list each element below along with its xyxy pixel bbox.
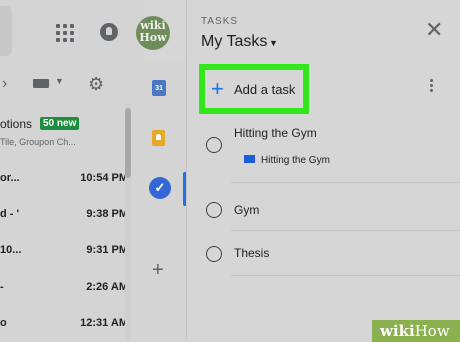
close-icon[interactable]: ✕ bbox=[425, 19, 443, 41]
panel-label: TASKS bbox=[201, 16, 239, 27]
promotions-preview: Tile, Groupon Ch... bbox=[0, 137, 76, 147]
mail-icon bbox=[244, 155, 255, 163]
mail-row[interactable]: o 12:31 AM bbox=[0, 317, 128, 333]
linked-email[interactable]: Hitting the Gym bbox=[261, 155, 330, 166]
divider bbox=[231, 230, 460, 231]
mail-row[interactable]: d - ' 9:38 PM bbox=[0, 208, 128, 224]
watermark-how: How bbox=[414, 322, 450, 340]
tasks-panel: TASKS My Tasks ▼ ✕ + Add a task Hitting … bbox=[186, 0, 460, 342]
tasks-icon[interactable]: ✓ bbox=[149, 177, 171, 199]
mail-time: 10:54 PM bbox=[80, 172, 128, 184]
side-panel-strip bbox=[143, 60, 185, 342]
mail-time: 9:38 PM bbox=[86, 208, 128, 220]
chevron-right-icon[interactable]: › bbox=[2, 75, 7, 93]
mail-sender: 10... bbox=[0, 244, 22, 256]
chevron-down-icon[interactable]: ▼ bbox=[269, 38, 278, 48]
avatar-text-bottom: How bbox=[139, 31, 167, 44]
settings-gear-icon[interactable]: ⚙ bbox=[88, 75, 104, 93]
keyboard-icon[interactable] bbox=[33, 79, 49, 88]
mail-time: 9:31 PM bbox=[86, 244, 128, 256]
mail-sender: d - ' bbox=[0, 208, 20, 220]
mail-sender: o bbox=[0, 317, 7, 329]
more-options-icon[interactable] bbox=[430, 79, 434, 94]
mail-list-pane: › ▼ ⚙ otions 50 new Tile, Groupon Ch... … bbox=[0, 0, 143, 342]
add-task-button[interactable]: + Add a task bbox=[199, 64, 309, 114]
mail-sender: - bbox=[0, 281, 4, 293]
apps-grid-icon[interactable] bbox=[56, 24, 74, 42]
mail-row[interactable]: or... 10:54 PM bbox=[0, 172, 128, 188]
notifications-icon[interactable] bbox=[100, 23, 118, 41]
watermark-wiki: wiki bbox=[380, 322, 415, 340]
mail-time: 12:31 AM bbox=[80, 317, 128, 329]
calendar-icon[interactable]: 31 bbox=[152, 80, 166, 96]
get-addons-plus-icon[interactable]: + bbox=[152, 260, 164, 280]
task-title[interactable]: Thesis bbox=[234, 246, 269, 260]
promotions-label[interactable]: otions bbox=[0, 117, 32, 131]
task-title[interactable]: Hitting the Gym bbox=[234, 126, 317, 140]
avatar[interactable]: wiki How bbox=[136, 16, 170, 50]
mail-time: 2:26 AM bbox=[86, 281, 128, 293]
wikihow-watermark: wikiHow bbox=[372, 320, 460, 342]
complete-checkbox[interactable] bbox=[206, 202, 222, 218]
search-bar[interactable] bbox=[0, 6, 12, 56]
task-title[interactable]: Gym bbox=[234, 203, 259, 217]
mail-sender: or... bbox=[0, 172, 20, 184]
scrollbar-thumb[interactable] bbox=[125, 108, 131, 178]
plus-icon: + bbox=[211, 76, 224, 101]
mail-row[interactable]: 10... 9:31 PM bbox=[0, 244, 128, 260]
mail-row[interactable]: - 2:26 AM bbox=[0, 281, 128, 297]
complete-checkbox[interactable] bbox=[206, 137, 222, 153]
promotions-badge: 50 new bbox=[40, 117, 80, 130]
keep-icon[interactable] bbox=[152, 130, 165, 146]
divider bbox=[231, 182, 460, 183]
add-task-label: Add a task bbox=[234, 82, 296, 97]
task-list-selector[interactable]: My Tasks bbox=[201, 33, 267, 51]
divider bbox=[231, 275, 460, 276]
keyboard-caret-icon[interactable]: ▼ bbox=[55, 76, 64, 86]
complete-checkbox[interactable] bbox=[206, 246, 222, 262]
